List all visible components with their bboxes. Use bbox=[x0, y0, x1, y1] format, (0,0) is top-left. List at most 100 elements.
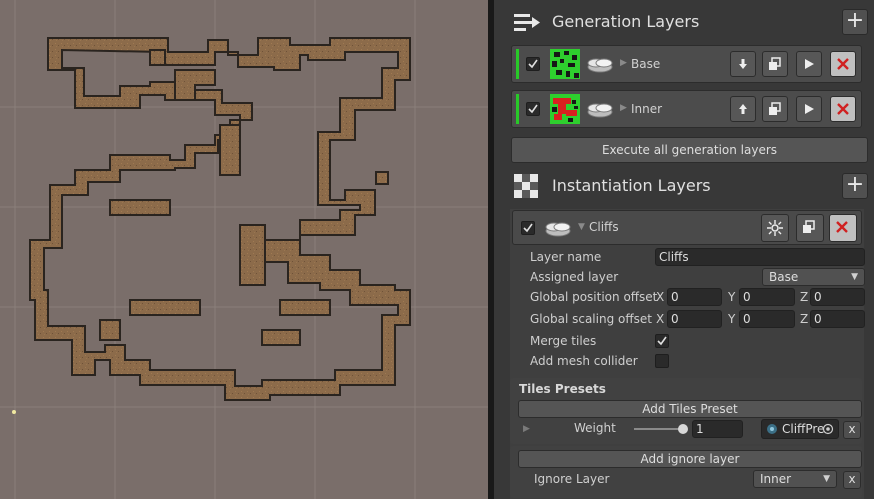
tiles-preset-object-field[interactable]: CliffPre bbox=[761, 419, 839, 439]
weight-label: Weight bbox=[574, 421, 616, 435]
weight-field[interactable]: 1 bbox=[692, 420, 743, 438]
object-picker-icon[interactable] bbox=[822, 423, 834, 435]
layer-name-label: Layer name bbox=[530, 250, 602, 264]
scaling-x-label: X bbox=[656, 312, 665, 326]
expand-arrow-icon[interactable]: ▶ bbox=[620, 58, 627, 68]
execute-layer-button[interactable] bbox=[796, 96, 822, 122]
position-z-field[interactable]: 0 bbox=[810, 288, 865, 306]
layers-stack-icon bbox=[587, 103, 613, 118]
layer-enabled-checkbox[interactable] bbox=[526, 102, 540, 116]
generation-layer-row-inner[interactable]: ▶ Inner bbox=[511, 90, 862, 128]
remove-layer-button[interactable] bbox=[830, 51, 856, 77]
checkmark-icon bbox=[528, 59, 538, 69]
generation-layers-header: Generation Layers + bbox=[506, 5, 868, 39]
plus-icon: + bbox=[845, 8, 865, 33]
layer-name-field[interactable]: Cliffs bbox=[655, 248, 865, 266]
scaling-z-field[interactable]: 0 bbox=[810, 310, 865, 328]
merge-tiles-label: Merge tiles bbox=[530, 334, 597, 348]
add-ignore-layer-button[interactable]: Add ignore layer bbox=[518, 450, 862, 468]
layer-preview-thumbnail bbox=[550, 49, 580, 79]
assigned-layer-dropdown[interactable]: Base ▼ bbox=[762, 268, 865, 286]
scaling-y-label: Y bbox=[728, 312, 736, 326]
instantiation-layers-title: Instantiation Layers bbox=[552, 176, 711, 195]
position-x-label: X bbox=[656, 290, 665, 304]
checkmark-icon bbox=[657, 336, 667, 346]
tilemap-canvas bbox=[0, 0, 488, 499]
duplicate-icon bbox=[769, 102, 781, 115]
global-position-label: Global position offset bbox=[530, 290, 658, 304]
duplicate-button[interactable] bbox=[762, 96, 788, 122]
checkmark-icon bbox=[523, 223, 533, 233]
scaling-x-field[interactable]: 0 bbox=[667, 310, 722, 328]
weight-slider-track[interactable] bbox=[634, 428, 684, 430]
execute-layer-button[interactable] bbox=[796, 51, 822, 77]
instantiation-layers-header: Instantiation Layers + bbox=[506, 169, 868, 203]
generation-layers-icon bbox=[514, 14, 540, 31]
chevron-down-icon: ▼ bbox=[851, 272, 858, 282]
arrow-down-icon bbox=[739, 59, 747, 69]
close-icon bbox=[836, 221, 848, 233]
close-icon bbox=[837, 58, 849, 70]
remove-layer-button[interactable] bbox=[830, 96, 856, 122]
arrow-up-icon bbox=[739, 104, 747, 114]
layer-name: Cliffs bbox=[589, 220, 619, 234]
generation-layer-row-base[interactable]: ▶ Base bbox=[511, 45, 862, 83]
add-generation-layer-button[interactable]: + bbox=[842, 9, 868, 35]
execute-all-button[interactable]: Execute all generation layers bbox=[511, 137, 868, 163]
expand-arrow-icon[interactable]: ▶ bbox=[620, 103, 627, 113]
scene-view[interactable] bbox=[0, 0, 488, 499]
close-icon bbox=[837, 103, 849, 115]
mesh-collider-checkbox[interactable] bbox=[655, 354, 669, 368]
layers-stack-icon bbox=[545, 222, 571, 237]
add-tiles-preset-button[interactable]: Add Tiles Preset bbox=[518, 400, 862, 418]
remove-tiles-preset-button[interactable]: x bbox=[843, 421, 861, 439]
play-icon bbox=[805, 104, 814, 114]
scaling-z-label: Z bbox=[800, 312, 809, 326]
ignore-layer-value: Inner bbox=[760, 472, 792, 486]
remove-ignore-layer-button[interactable]: x bbox=[843, 471, 861, 489]
weight-slider-knob[interactable] bbox=[678, 424, 688, 434]
chevron-down-icon: ▼ bbox=[823, 474, 830, 484]
layer-preview-thumbnail bbox=[550, 94, 580, 124]
scaling-y-field[interactable]: 0 bbox=[739, 310, 795, 328]
position-z-label: Z bbox=[800, 290, 809, 304]
layer-enabled-checkbox[interactable] bbox=[521, 221, 535, 235]
cliff-terrain bbox=[29, 37, 411, 401]
generation-layers-title: Generation Layers bbox=[552, 12, 700, 31]
position-y-field[interactable]: 0 bbox=[739, 288, 795, 306]
inspector-panel: Generation Layers + ▶ Base ▶ Inner Execu… bbox=[494, 0, 874, 499]
checker-icon bbox=[514, 174, 538, 198]
tiles-presets-title: Tiles Presets bbox=[519, 382, 606, 396]
layer-name: Inner bbox=[631, 102, 663, 116]
position-y-label: Y bbox=[728, 290, 736, 304]
position-x-field[interactable]: 0 bbox=[667, 288, 722, 306]
checkmark-icon bbox=[528, 104, 538, 114]
sparkle-icon bbox=[767, 220, 783, 236]
add-instantiation-layer-button[interactable]: + bbox=[842, 173, 868, 199]
layer-enabled-checkbox[interactable] bbox=[526, 57, 540, 71]
move-up-button[interactable] bbox=[730, 96, 756, 122]
ignore-layer-dropdown[interactable]: Inner ▼ bbox=[753, 470, 837, 488]
preset-asset-icon bbox=[767, 424, 777, 434]
layers-stack-icon bbox=[587, 58, 613, 73]
active-indicator bbox=[516, 49, 519, 79]
play-icon bbox=[805, 59, 814, 69]
layer-name: Base bbox=[631, 57, 661, 71]
ignore-layer-label: Ignore Layer bbox=[534, 472, 610, 486]
tiles-preset-value: CliffPre bbox=[782, 422, 825, 436]
duplicate-button[interactable] bbox=[762, 51, 788, 77]
assigned-layer-value: Base bbox=[769, 270, 799, 284]
active-indicator bbox=[516, 94, 519, 124]
merge-tiles-checkbox[interactable] bbox=[655, 334, 669, 348]
global-scaling-label: Global scaling offset bbox=[530, 312, 652, 326]
move-down-button[interactable] bbox=[730, 51, 756, 77]
collapse-arrow-icon[interactable]: ▼ bbox=[578, 222, 585, 232]
duplicate-icon bbox=[803, 220, 815, 233]
expand-arrow-icon[interactable]: ▶ bbox=[523, 424, 530, 434]
instantiate-button[interactable] bbox=[761, 214, 789, 242]
duplicate-icon bbox=[769, 57, 781, 70]
duplicate-button[interactable] bbox=[796, 214, 824, 242]
instantiation-layer-row-cliffs[interactable]: ▼ Cliffs bbox=[512, 210, 862, 245]
mesh-collider-label: Add mesh collider bbox=[530, 354, 638, 368]
remove-layer-button[interactable] bbox=[829, 214, 857, 242]
